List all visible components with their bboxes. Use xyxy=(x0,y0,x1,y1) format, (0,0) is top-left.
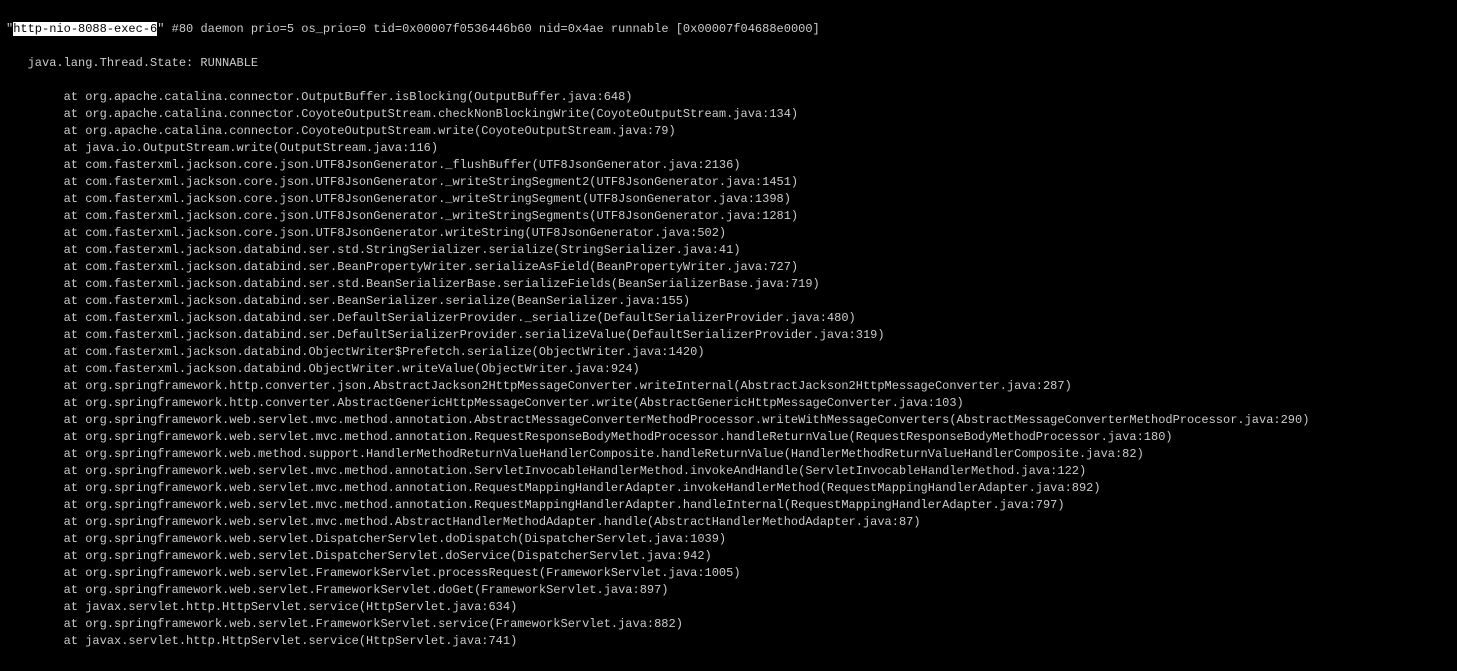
stack-frame: at javax.servlet.http.HttpServlet.servic… xyxy=(6,633,1451,650)
stack-frame: at org.springframework.web.servlet.mvc.m… xyxy=(6,463,1451,480)
thread-dump: "http-nio-8088-exec-6" #80 daemon prio=5… xyxy=(0,0,1457,671)
stack-frame: at com.fasterxml.jackson.databind.ser.Be… xyxy=(6,293,1451,310)
stack-frame: at org.springframework.web.servlet.Frame… xyxy=(6,582,1451,599)
stack-frame: at org.apache.catalina.connector.CoyoteO… xyxy=(6,123,1451,140)
stack-frame: at org.springframework.web.servlet.mvc.m… xyxy=(6,497,1451,514)
stack-frame: at org.springframework.web.servlet.mvc.m… xyxy=(6,429,1451,446)
stack-frame: at com.fasterxml.jackson.databind.ser.st… xyxy=(6,276,1451,293)
thread-info: #80 daemon prio=5 os_prio=0 tid=0x00007f… xyxy=(164,22,819,36)
stack-frame: at com.fasterxml.jackson.databind.Object… xyxy=(6,344,1451,361)
stack-frame: at org.springframework.web.servlet.mvc.m… xyxy=(6,514,1451,531)
stack-frame: at com.fasterxml.jackson.databind.ser.Be… xyxy=(6,259,1451,276)
stack-frame: at com.fasterxml.jackson.databind.ser.De… xyxy=(6,310,1451,327)
stack-frame: at org.springframework.web.method.suppor… xyxy=(6,446,1451,463)
stack-frame: at com.fasterxml.jackson.core.json.UTF8J… xyxy=(6,191,1451,208)
thread-state-line: java.lang.Thread.State: RUNNABLE xyxy=(6,55,1451,72)
stack-frame: at java.io.OutputStream.write(OutputStre… xyxy=(6,140,1451,157)
stack-frame: at org.springframework.web.servlet.mvc.m… xyxy=(6,480,1451,497)
stack-frame: at com.fasterxml.jackson.core.json.UTF8J… xyxy=(6,225,1451,242)
stack-frame: at com.fasterxml.jackson.databind.ser.De… xyxy=(6,327,1451,344)
stack-frame: at org.apache.catalina.connector.OutputB… xyxy=(6,89,1451,106)
stack-frame: at javax.servlet.http.HttpServlet.servic… xyxy=(6,599,1451,616)
stack-frame: at org.springframework.web.servlet.Frame… xyxy=(6,616,1451,633)
stack-frame: at org.springframework.web.servlet.Dispa… xyxy=(6,548,1451,565)
stack-frames: at org.apache.catalina.connector.OutputB… xyxy=(6,89,1451,650)
thread-header-line: "http-nio-8088-exec-6" #80 daemon prio=5… xyxy=(6,21,1451,38)
stack-frame: at org.springframework.web.servlet.mvc.m… xyxy=(6,412,1451,429)
stack-frame: at org.springframework.http.converter.Ab… xyxy=(6,395,1451,412)
stack-frame: at com.fasterxml.jackson.databind.Object… xyxy=(6,361,1451,378)
stack-frame: at org.springframework.web.servlet.Dispa… xyxy=(6,531,1451,548)
stack-frame: at com.fasterxml.jackson.databind.ser.st… xyxy=(6,242,1451,259)
stack-frame: at com.fasterxml.jackson.core.json.UTF8J… xyxy=(6,157,1451,174)
stack-frame: at org.springframework.web.servlet.Frame… xyxy=(6,565,1451,582)
stack-frame: at com.fasterxml.jackson.core.json.UTF8J… xyxy=(6,174,1451,191)
stack-frame: at org.apache.catalina.connector.CoyoteO… xyxy=(6,106,1451,123)
stack-frame: at org.springframework.http.converter.js… xyxy=(6,378,1451,395)
thread-name-highlight[interactable]: http-nio-8088-exec-6 xyxy=(13,22,157,36)
stack-frame: at com.fasterxml.jackson.core.json.UTF8J… xyxy=(6,208,1451,225)
